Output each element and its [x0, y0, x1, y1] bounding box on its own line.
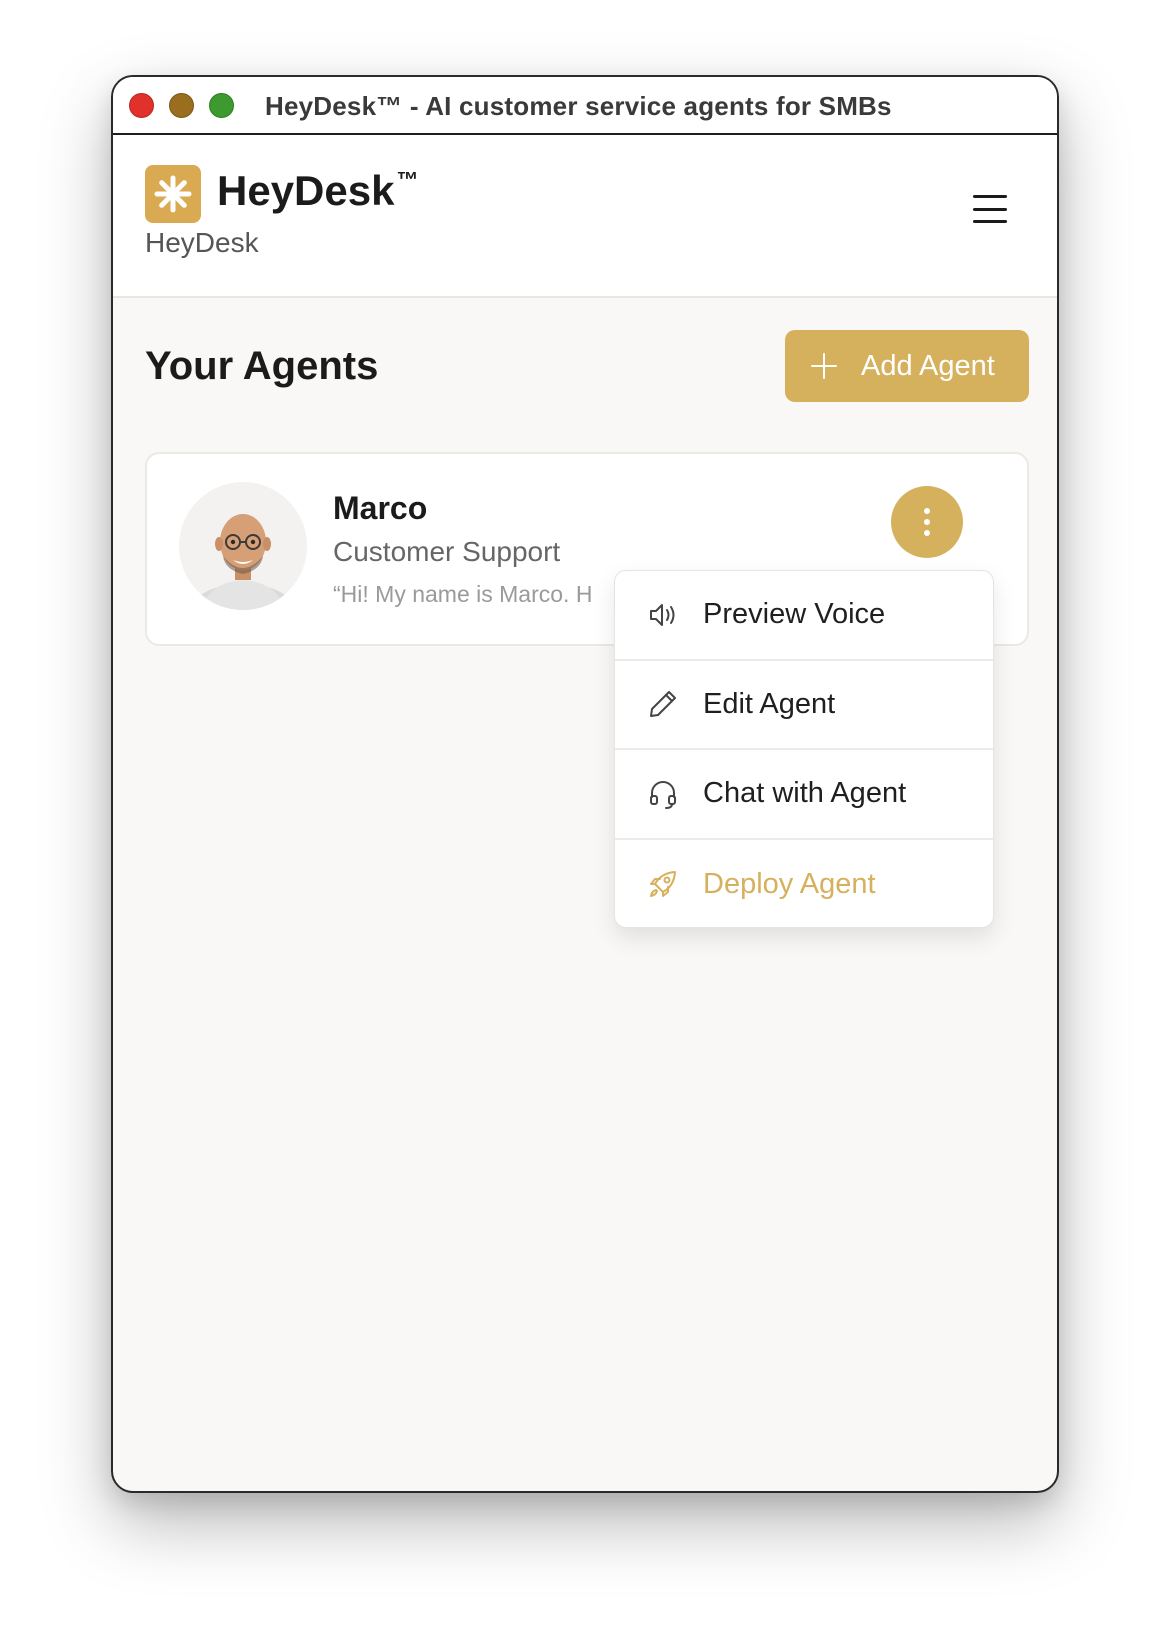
plus-icon: [811, 353, 837, 379]
brand-subtitle: HeyDesk: [145, 227, 259, 258]
hamburger-menu-icon[interactable]: [973, 195, 1007, 223]
agent-greeting: “Hi! My name is Marco. H: [333, 581, 593, 607]
menu-item-label: Edit Agent: [703, 687, 836, 720]
window-maximize-button[interactable]: [209, 93, 234, 118]
speaker-icon: [645, 597, 681, 633]
window-title: HeyDesk™ - AI customer service agents fo…: [265, 91, 892, 121]
menu-item-label: Chat with Agent: [703, 777, 907, 810]
more-options-button[interactable]: [891, 486, 963, 558]
asterisk-icon: [154, 175, 192, 213]
agent-role: Customer Support: [333, 536, 561, 567]
agent-avatar: [179, 482, 307, 610]
app-window: HeyDesk™ - AI customer service agents fo…: [111, 75, 1059, 1493]
agent-context-menu: Preview Voice Edit Agent Chat with Agent…: [614, 570, 994, 928]
more-vertical-icon: [924, 508, 930, 514]
page-title: Your Agents: [145, 344, 379, 388]
window-minimize-button[interactable]: [169, 93, 194, 118]
add-agent-label: Add Agent: [861, 349, 995, 382]
brand-logo[interactable]: [145, 165, 201, 223]
headphones-icon: [645, 776, 681, 812]
app-header: HeyDesk™ HeyDesk: [113, 135, 1057, 298]
menu-item-label: Preview Voice: [703, 598, 886, 631]
menu-item-label: Deploy Agent: [703, 867, 876, 900]
brand-name-text: HeyDesk: [217, 167, 395, 214]
window-close-button[interactable]: [129, 93, 154, 118]
rocket-icon: [645, 866, 681, 902]
menu-item-chat-with-agent[interactable]: Chat with Agent: [615, 750, 993, 840]
menu-item-deploy-agent[interactable]: Deploy Agent: [615, 840, 993, 928]
add-agent-button[interactable]: Add Agent: [785, 330, 1029, 402]
menu-item-edit-agent[interactable]: Edit Agent: [615, 661, 993, 750]
brand-name: HeyDesk™: [217, 167, 418, 215]
pencil-icon: [645, 686, 681, 722]
menu-item-preview-voice[interactable]: Preview Voice: [615, 571, 993, 661]
agent-name: Marco: [333, 490, 428, 526]
brand-trademark: ™: [396, 167, 419, 192]
window-titlebar: HeyDesk™ - AI customer service agents fo…: [113, 77, 1057, 135]
